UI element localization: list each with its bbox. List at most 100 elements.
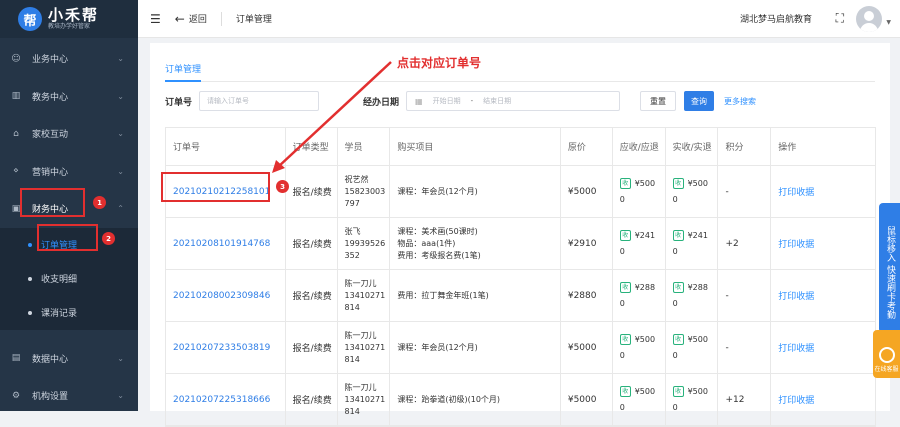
fullscreen-icon[interactable]: ⛶ — [836, 11, 844, 26]
print-receipt-link[interactable]: 打印收据 — [778, 341, 814, 354]
date-range-input[interactable]: ▦ 开始日期 - 结束日期 — [406, 91, 621, 111]
print-receipt-link[interactable]: 打印收据 — [778, 393, 814, 406]
order-no-link[interactable]: 20210207233503819 — [173, 343, 270, 353]
column-header: 订单类型 — [286, 128, 338, 165]
orders-table: 订单号 订单类型 学员 购买项目 原价 应收/应退 实收/实退 积分 操作 20… — [165, 127, 876, 427]
sidebar-item-academic[interactable]: ▥ 教务中心 ⌄ — [0, 78, 138, 116]
topbar: ☰ ← 返回 订单管理 湖北梦马启航教育 ⛶ ▼ — [138, 0, 900, 38]
price-cell: ¥5000 — [561, 166, 613, 217]
order-type: 报名/续费 — [292, 188, 332, 198]
sidebar-item-class-records[interactable]: 课消记录 — [0, 296, 138, 330]
sidebar-item-settings[interactable]: ⚙ 机构设置 ⌄ — [0, 377, 138, 415]
points-cell: - — [718, 322, 772, 373]
online-service-label: 在线客服 — [874, 366, 899, 373]
original-price: ¥5000 — [567, 394, 597, 405]
points-cell: +12 — [718, 374, 772, 425]
annotation-box-order-no — [161, 172, 270, 202]
chevron-down-icon: ⌄ — [117, 391, 124, 401]
receipt-tag-icon: 收 — [672, 334, 684, 345]
reset-button[interactable]: 重置 — [640, 91, 677, 111]
user-icon: ☺ — [11, 53, 21, 64]
due-cell: 收 ¥500 0 — [613, 322, 666, 373]
student-line: 352 — [344, 250, 360, 260]
points-value: - — [725, 342, 729, 353]
price-cell: ¥5000 — [561, 374, 613, 425]
bullet-icon — [28, 242, 32, 247]
paid-amount: ¥500 — [687, 334, 708, 344]
print-receipt-link[interactable]: 打印收据 — [778, 185, 814, 198]
points-cell: - — [718, 166, 772, 217]
student-line: 陈一刀儿 — [344, 382, 377, 392]
due-cell: 收 ¥241 0 — [613, 218, 666, 269]
sidebar-item-income[interactable]: 收支明细 — [0, 262, 138, 296]
back-button[interactable]: ← 返回 — [175, 12, 207, 26]
table-row: 20210208101914768 报名/续费 张飞 19939526 352 课程：美术… — [166, 218, 875, 270]
student-line: 19939526 — [344, 238, 386, 248]
arrow-left-icon: ← — [174, 11, 185, 26]
purchase-item: 课程：跆拳道(初级)(10个月) — [397, 394, 501, 404]
filter-bar: 订单号 请输入订单号 经办日期 ▦ 开始日期 - 结束日期 重置 查询 更多搜索 — [165, 91, 885, 111]
student-line: 814 — [344, 302, 360, 312]
due-amount: ¥500 — [634, 386, 656, 396]
book-icon: ▥ — [11, 91, 21, 102]
chevron-down-icon: ⌄ — [117, 353, 124, 363]
points-value: +12 — [725, 394, 745, 405]
student-line: 814 — [344, 406, 360, 416]
tab-orders[interactable]: 订单管理 — [165, 62, 202, 82]
items-cell: 课程：美术画(50课时) 物品：aaa(1件) 费用：考级报名费(1笔) — [390, 218, 561, 269]
table-row: 20210210212258101 报名/续费 祝艺然 15823003 797 课程：年… — [166, 166, 875, 218]
sidebar-item-school[interactable]: ⌂ 家校互动 ⌄ — [0, 115, 138, 153]
more-search-link[interactable]: 更多搜索 — [724, 96, 756, 107]
action-cell: 打印收据 — [771, 374, 875, 425]
table-row: 20210207225318666 报名/续费 陈一刀儿 13410271 814 课程：… — [166, 374, 875, 426]
print-receipt-link[interactable]: 打印收据 — [778, 237, 814, 250]
purchase-item: 课程：美术画(50课时) — [397, 226, 478, 236]
avatar[interactable] — [856, 6, 882, 32]
menu-toggle-icon[interactable]: ☰ — [150, 12, 161, 26]
student-line: 13410271 — [344, 290, 386, 300]
caret-down-icon[interactable]: ▼ — [886, 19, 891, 26]
sidebar-item-data[interactable]: ▤ 数据中心 ⌄ — [0, 340, 138, 378]
receipt-tag-icon: 收 — [619, 334, 631, 345]
order-no-link[interactable]: 20210208101914768 — [173, 239, 270, 249]
column-header: 学员 — [338, 128, 391, 165]
purchase-item: 费用：考级报名费(1笔) — [397, 250, 481, 260]
paid-cell: 收 ¥500 0 — [666, 374, 719, 425]
receipt-tag-icon: 收 — [619, 282, 631, 293]
student-cell: 陈一刀儿 13410271 814 — [338, 374, 391, 425]
order-type-cell: 报名/续费 — [286, 270, 338, 321]
price-cell: ¥5000 — [561, 322, 613, 373]
receipt-tag-icon: 收 — [619, 386, 631, 397]
school-icon: ⌂ — [13, 128, 19, 139]
table-body: 20210210212258101 报名/续费 祝艺然 15823003 797 课程：年… — [166, 166, 875, 426]
annotation-badge: 2 — [102, 232, 115, 245]
start-date-placeholder: 开始日期 — [432, 97, 461, 105]
original-price: ¥2910 — [567, 238, 597, 249]
sidebar-item-business[interactable]: ☺ 业务中心 ⌄ — [0, 40, 138, 78]
sidebar-item-label: 教务中心 — [32, 92, 69, 103]
logo: 帮 小禾帮 教培办学好管家 — [0, 0, 138, 38]
receipt-tag-icon: 收 — [672, 386, 684, 397]
share-icon: ⋄ — [13, 166, 19, 177]
order-no-link[interactable]: 20210208002309846 — [173, 291, 270, 301]
order-no-link[interactable]: 20210207225318666 — [173, 395, 270, 405]
paid-amount: ¥288 — [687, 282, 708, 292]
order-type: 报名/续费 — [292, 292, 332, 302]
purchase-item: 课程：年会员(12个月) — [397, 186, 478, 196]
print-receipt-link[interactable]: 打印收据 — [778, 289, 814, 302]
order-type-cell: 报名/续费 — [286, 322, 338, 373]
paid-amount-cont: 0 — [672, 402, 678, 412]
org-name[interactable]: 湖北梦马启航教育 — [740, 12, 812, 25]
search-button[interactable]: 查询 — [684, 91, 715, 111]
points-value: - — [725, 290, 729, 301]
price-cell: ¥2880 — [561, 270, 613, 321]
divider — [220, 11, 222, 26]
sidebar-item-marketing[interactable]: ⋄ 营销中心 ⌄ — [0, 153, 138, 191]
order-no-input[interactable]: 请输入订单号 — [199, 91, 320, 111]
chevron-down-icon: ⌄ — [117, 166, 124, 176]
sidebar-item-label: 收支明细 — [41, 275, 78, 285]
quick-checkin-tab[interactable]: 鼠标移入 快速刷卡考勤 — [879, 203, 900, 333]
online-service-button[interactable]: 在线客服 — [873, 330, 900, 378]
student-line: 祝艺然 — [344, 174, 369, 184]
annotation-box-orders — [37, 224, 98, 251]
